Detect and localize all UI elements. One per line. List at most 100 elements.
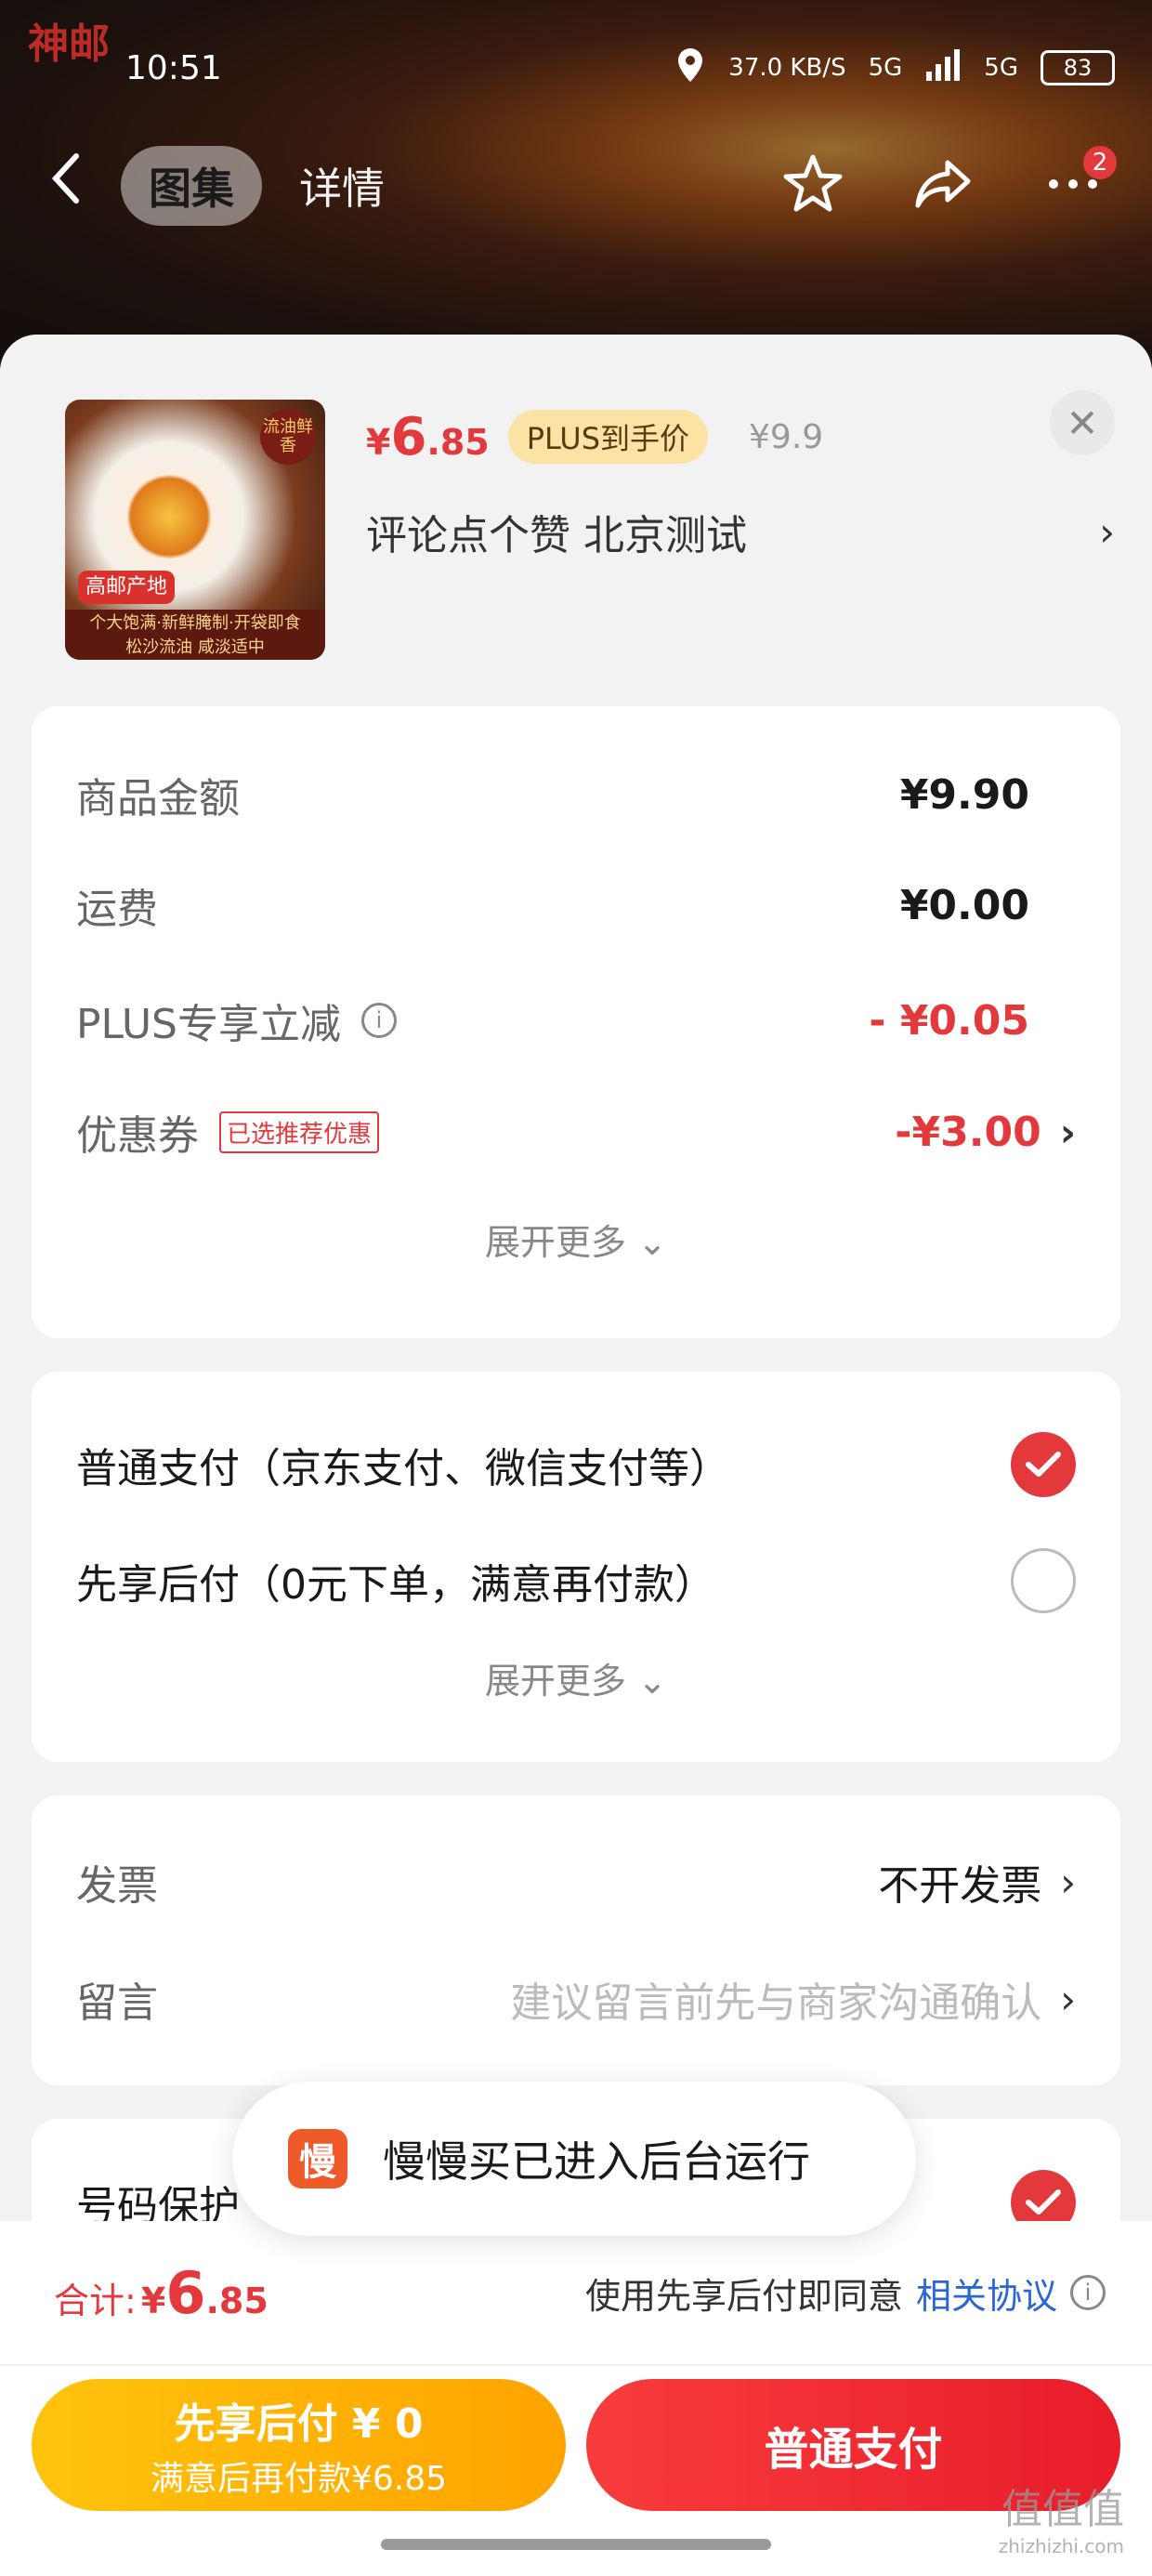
total-integer: 6 bbox=[165, 2258, 206, 2327]
watermark-url: zhizhizhi.com bbox=[998, 2535, 1124, 2557]
share-button[interactable] bbox=[910, 151, 975, 220]
favorite-button[interactable] bbox=[780, 151, 845, 220]
info-icon[interactable]: i bbox=[1070, 2275, 1106, 2310]
app-icon: 慢 bbox=[288, 2129, 347, 2188]
price-row: ¥6.85 PLUS到手价 ¥9.9 bbox=[366, 400, 1115, 474]
message-input[interactable]: 建议留言前先与商家沟通确认 bbox=[510, 1969, 1041, 2029]
star-icon bbox=[783, 154, 843, 212]
invoice-row[interactable]: 发票 不开发票 › bbox=[76, 1823, 1076, 1940]
expand-more-label: 展开更多 bbox=[485, 1661, 627, 1702]
payment-option-normal[interactable]: 普通支付（京东支付、微信支付等） bbox=[76, 1409, 1076, 1520]
goods-amount-label: 商品金额 bbox=[76, 775, 240, 822]
thumb-strip: 个大饱满·新鲜腌制·开袋即食 松沙流油 咸淡适中 bbox=[65, 610, 325, 660]
thumb-origin-tag: 高邮产地 bbox=[78, 571, 176, 604]
status-bar: 10:51 37.0 KB/S 5G 5G 83 bbox=[37, 35, 1115, 100]
plus-discount-label: PLUS专享立减 bbox=[76, 1001, 341, 1048]
info-icon[interactable]: i bbox=[361, 1003, 397, 1038]
message-value-group: 建议留言前先与商家沟通确认 › bbox=[510, 1969, 1076, 2029]
amount-card: 商品金额 ¥9.90 运费 ¥0.00 PLUS专享立减 i - ¥0.05 优… bbox=[32, 706, 1120, 1338]
thumb-strip-line1: 个大饱满·新鲜腌制·开袋即食 bbox=[89, 613, 301, 633]
product-nav-bar: 图集 详情 2 bbox=[46, 139, 1117, 232]
net-speed: 37.0 KB/S bbox=[728, 54, 846, 82]
chevron-down-icon: ⌄ bbox=[637, 1222, 667, 1263]
battery-icon: 83 bbox=[1041, 50, 1115, 85]
tab-detail[interactable]: 详情 bbox=[271, 146, 412, 226]
plus-discount-label-group: PLUS专享立减 i bbox=[76, 991, 397, 1050]
coupon-label: 优惠券 bbox=[76, 1112, 199, 1160]
payment-option-bnpl[interactable]: 先享后付（0元下单，满意再付款） bbox=[76, 1520, 1076, 1641]
original-price: ¥9.9 bbox=[749, 417, 824, 456]
price-integer: 6 bbox=[390, 406, 427, 467]
close-button[interactable]: ✕ bbox=[1050, 390, 1115, 455]
nav-actions: 2 bbox=[780, 146, 1117, 220]
payment-option-bnpl-label: 先享后付（0元下单，满意再付款） bbox=[76, 1561, 715, 1609]
agreement-link[interactable]: 相关协议 bbox=[916, 2267, 1057, 2319]
payment-option-normal-label: 普通支付（京东支付、微信支付等） bbox=[76, 1445, 730, 1492]
share-icon bbox=[915, 160, 971, 208]
expand-more-label: 展开更多 bbox=[485, 1222, 627, 1263]
coupon-value-group: -¥3.00 › bbox=[895, 1109, 1076, 1156]
battery-level: 83 bbox=[1063, 55, 1093, 81]
price-currency: ¥ bbox=[366, 421, 391, 463]
watermark: 值值值 zhizhizhi.com bbox=[999, 2476, 1124, 2557]
chevron-down-icon: ⌄ bbox=[637, 1661, 667, 1702]
checkout-footer: 合计: ¥6.85 使用先享后付即同意 相关协议 i 先享后付 ¥ 0 满意后再… bbox=[0, 2221, 1152, 2576]
product-summary: 流油鲜香 高邮产地 个大饱满·新鲜腌制·开袋即食 松沙流油 咸淡适中 ¥6.85… bbox=[0, 335, 1152, 706]
normal-pay-label: 普通支付 bbox=[764, 2424, 943, 2476]
status-time: 10:51 bbox=[125, 48, 222, 87]
extras-card: 发票 不开发票 › 留言 建议留言前先与商家沟通确认 › bbox=[32, 1795, 1120, 2085]
invoice-label: 发票 bbox=[76, 1862, 158, 1910]
watermark-main: 值值值 bbox=[1001, 2486, 1124, 2533]
product-info: ¥6.85 PLUS到手价 ¥9.9 ✕ 评论点个赞 北京测试 › bbox=[366, 390, 1115, 706]
chevron-right-icon: › bbox=[1060, 1859, 1076, 1905]
plus-discount-value: - ¥0.05 bbox=[869, 996, 1029, 1045]
thumb-badge: 流油鲜香 bbox=[260, 409, 316, 465]
chevron-left-icon bbox=[51, 153, 79, 204]
shipping-value: ¥0.00 bbox=[899, 881, 1029, 929]
message-badge: 2 bbox=[1083, 146, 1117, 179]
total-currency: ¥ bbox=[140, 2280, 166, 2321]
coupon-value: -¥3.00 bbox=[895, 1108, 1041, 1156]
chevron-right-icon: › bbox=[1059, 1109, 1076, 1155]
plus-price-tag: PLUS到手价 bbox=[507, 410, 709, 464]
agreement-text: 使用先享后付即同意 bbox=[584, 2275, 903, 2317]
message-row[interactable]: 留言 建议留言前先与商家沟通确认 › bbox=[76, 1940, 1076, 2057]
total-row: 合计: ¥6.85 使用先享后付即同意 相关协议 i bbox=[0, 2221, 1152, 2366]
background-running-toast: 慢 慢慢买已进入后台运行 bbox=[232, 2082, 916, 2236]
back-button[interactable] bbox=[46, 151, 121, 221]
payment-expand-more[interactable]: 展开更多 ⌄ bbox=[76, 1652, 1076, 1703]
thumb-strip-line2: 松沙流油 咸淡适中 bbox=[125, 637, 265, 657]
bnpl-button-title: 先享后付 ¥ 0 bbox=[174, 2400, 424, 2448]
payment-method-card: 普通支付（京东支付、微信支付等） 先享后付（0元下单，满意再付款） 展开更多 ⌄ bbox=[32, 1372, 1120, 1762]
coupon-row[interactable]: 优惠券 已选推荐优惠 -¥3.00 › bbox=[76, 1076, 1076, 1188]
radio-unchecked-icon[interactable] bbox=[1011, 1548, 1076, 1613]
close-icon: ✕ bbox=[1066, 400, 1099, 446]
message-label: 留言 bbox=[76, 1979, 158, 2027]
bnpl-button[interactable]: 先享后付 ¥ 0 满意后再付款¥6.85 bbox=[32, 2379, 566, 2511]
more-button[interactable]: 2 bbox=[1041, 146, 1117, 220]
goods-amount-row: 商品金额 ¥9.90 bbox=[76, 743, 1076, 846]
signal-5g-1: 5G bbox=[868, 54, 903, 82]
current-price: ¥6.85 bbox=[366, 407, 490, 467]
action-buttons: 先享后付 ¥ 0 满意后再付款¥6.85 普通支付 bbox=[0, 2366, 1152, 2511]
signal-5g-2: 5G bbox=[984, 54, 1018, 82]
home-indicator[interactable] bbox=[381, 2539, 771, 2550]
product-thumbnail[interactable]: 流油鲜香 高邮产地 个大饱满·新鲜腌制·开袋即食 松沙流油 咸淡适中 bbox=[65, 400, 325, 660]
bnpl-button-subtitle: 满意后再付款¥6.85 bbox=[150, 2460, 448, 2498]
shipping-label: 运费 bbox=[76, 886, 158, 933]
product-subtitle: 评论点个赞 北京测试 bbox=[366, 512, 747, 559]
radio-checked-icon[interactable] bbox=[1011, 1432, 1076, 1497]
coupon-selected-tag: 已选推荐优惠 bbox=[219, 1111, 380, 1153]
signal-icon bbox=[924, 48, 962, 87]
agreement-notice: 使用先享后付即同意 相关协议 i bbox=[585, 2267, 1106, 2319]
amount-expand-more[interactable]: 展开更多 ⌄ bbox=[76, 1214, 1076, 1265]
total-decimal: .85 bbox=[205, 2280, 268, 2321]
status-icons: 37.0 KB/S 5G 5G 83 bbox=[674, 46, 1115, 90]
product-subtitle-row[interactable]: 评论点个赞 北京测试 › bbox=[366, 502, 1115, 561]
shipping-row: 运费 ¥0.00 bbox=[76, 846, 1076, 965]
price-decimal: .85 bbox=[426, 421, 490, 463]
plus-discount-row: PLUS专享立减 i - ¥0.05 bbox=[76, 965, 1076, 1076]
tab-gallery[interactable]: 图集 bbox=[121, 146, 262, 226]
chevron-right-icon: › bbox=[1060, 1976, 1076, 2022]
coupon-label-group: 优惠券 已选推荐优惠 bbox=[76, 1102, 380, 1162]
